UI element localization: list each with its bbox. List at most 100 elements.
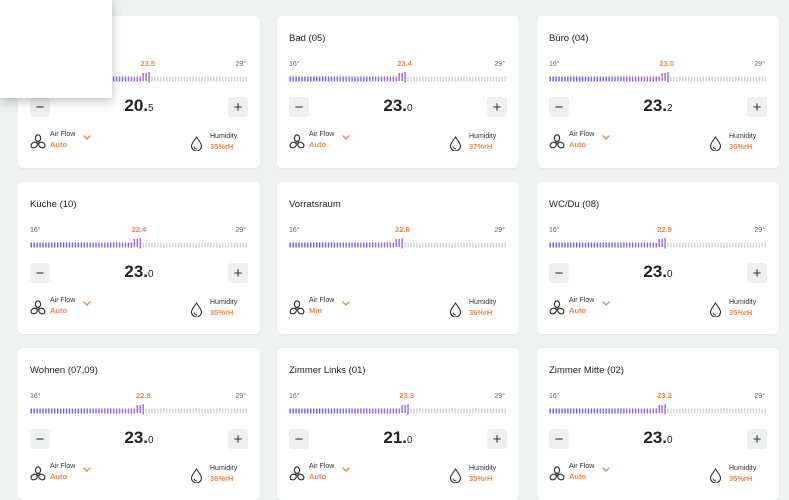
airflow-value[interactable]: Auto — [50, 140, 67, 149]
bar-tick-active — [360, 76, 362, 82]
increase-button[interactable]: + — [228, 429, 248, 449]
bar-tick-active — [561, 242, 563, 248]
bar-tick-active — [333, 76, 336, 82]
bar-tick-active — [658, 239, 660, 247]
airflow-value[interactable]: Auto — [50, 306, 67, 315]
fan-icon — [289, 134, 305, 149]
bar-tick-active — [587, 408, 590, 414]
bar-tick — [667, 408, 669, 414]
bar-tick — [210, 242, 212, 248]
increase-button[interactable]: + — [747, 429, 767, 449]
bar-tick — [696, 408, 699, 414]
bar-tick-active — [392, 242, 395, 248]
bar-tick — [457, 76, 459, 82]
chevron-down-icon[interactable] — [82, 134, 92, 142]
bar-tick-active — [407, 404, 409, 415]
scale-min-label: 16° — [289, 227, 300, 234]
bar-tick-active — [564, 76, 566, 82]
airflow-value[interactable]: Min — [309, 306, 322, 315]
bar-tick-active — [112, 76, 115, 82]
setpoint-value: 23.2 — [537, 96, 779, 116]
increase-button[interactable]: + — [228, 97, 248, 117]
bar-tick — [735, 408, 737, 414]
bar-tick — [702, 76, 705, 82]
setpoint-decimal: 5 — [148, 103, 154, 114]
bar-tick-active — [640, 76, 643, 82]
bar-tick — [690, 76, 693, 82]
bar-tick-active — [643, 242, 646, 248]
bar-tick — [416, 242, 418, 248]
bar-tick — [224, 76, 227, 82]
increase-button[interactable]: + — [747, 97, 767, 117]
bar-tick-active — [71, 408, 74, 414]
overlay-popover[interactable] — [0, 0, 112, 98]
airflow-value[interactable]: Auto — [569, 140, 586, 149]
bar-tick-active — [54, 242, 56, 248]
bar-tick — [732, 242, 734, 248]
bar-tick-active — [377, 76, 380, 82]
bar-tick-active — [386, 242, 389, 248]
chevron-down-icon[interactable] — [601, 300, 611, 308]
room-card: Büro (04) 16° 29° 23.0 − 23.2 + Air Flow… — [537, 16, 779, 168]
chevron-down-icon[interactable] — [601, 134, 611, 142]
bar-tick-active — [36, 242, 38, 248]
bar-tick — [478, 408, 480, 414]
droplet-icon — [709, 468, 722, 483]
bar-tick — [195, 242, 197, 248]
bar-tick — [670, 408, 672, 414]
bar-tick — [195, 408, 197, 414]
bar-tick-active — [664, 73, 666, 81]
bar-tick — [667, 242, 669, 248]
bar-tick — [445, 242, 448, 248]
increase-button[interactable]: + — [747, 263, 767, 283]
bar-tick-active — [145, 73, 147, 81]
airflow-value[interactable]: Auto — [309, 140, 326, 149]
bar-tick-active — [558, 242, 560, 248]
bar-tick-active — [289, 408, 291, 414]
chevron-down-icon[interactable] — [82, 466, 92, 474]
bar-tick — [489, 242, 492, 248]
bar-tick-active — [363, 408, 365, 414]
bar-tick-active — [354, 408, 356, 414]
bar-tick — [752, 408, 755, 414]
bar-tick — [148, 408, 150, 414]
chevron-down-icon[interactable] — [341, 466, 351, 474]
bar-tick-active — [115, 76, 118, 82]
bar-tick-active — [124, 242, 127, 248]
airflow-label: Air Flow — [50, 297, 76, 304]
increase-button[interactable]: + — [487, 429, 507, 449]
bar-tick — [233, 76, 236, 82]
bar-tick — [413, 242, 415, 248]
bar-tick — [720, 408, 722, 414]
bar-tick-active — [363, 76, 365, 82]
scale-max-label: 29° — [235, 227, 246, 234]
bar-tick-active — [89, 408, 91, 414]
airflow-value[interactable]: Auto — [50, 472, 67, 481]
airflow-value[interactable]: Auto — [569, 472, 586, 481]
room-name: Büro (04) — [549, 33, 589, 44]
increase-button[interactable]: + — [487, 97, 507, 117]
airflow-value[interactable]: Auto — [569, 306, 586, 315]
chevron-down-icon[interactable] — [341, 134, 351, 142]
increase-button[interactable]: + — [228, 263, 248, 283]
bar-tick-active — [640, 242, 643, 248]
bar-tick-active — [374, 76, 377, 82]
bar-tick — [466, 408, 468, 414]
bar-tick-active — [289, 242, 291, 248]
bar-tick-active — [321, 76, 324, 82]
bar-tick-active — [380, 76, 383, 82]
bar-tick — [469, 76, 471, 82]
bar-tick — [227, 242, 230, 248]
droplet-icon — [190, 136, 203, 151]
chevron-down-icon[interactable] — [341, 300, 351, 308]
bar-tick-active — [127, 408, 130, 414]
chevron-down-icon[interactable] — [601, 466, 611, 474]
bar-tick-active — [48, 408, 50, 414]
bar-tick — [242, 76, 245, 82]
airflow-value[interactable]: Auto — [309, 472, 326, 481]
bar-tick-active — [549, 242, 551, 248]
bar-tick-active — [295, 242, 297, 248]
chevron-down-icon[interactable] — [82, 300, 92, 308]
bar-tick-active — [634, 242, 637, 248]
current-temperature: 22.8 — [395, 225, 410, 234]
